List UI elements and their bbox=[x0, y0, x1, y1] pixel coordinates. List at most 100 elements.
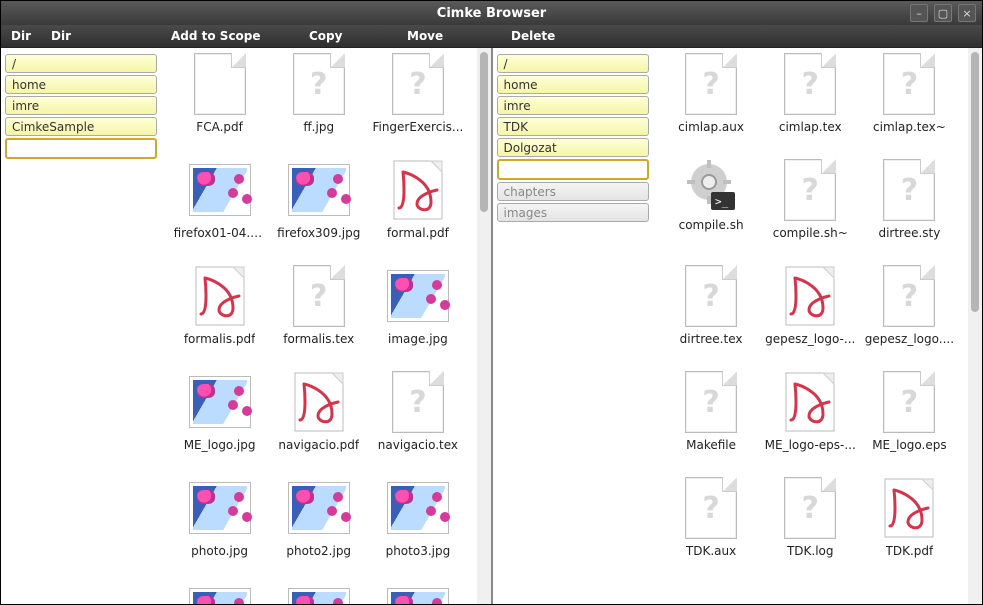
unknown-file-icon: ? bbox=[679, 476, 743, 540]
pdf-icon bbox=[778, 264, 842, 328]
path-segment[interactable]: CimkeSample bbox=[5, 117, 157, 136]
file-item[interactable]: ?compile.sh~ bbox=[762, 158, 859, 240]
window-controls: – ▢ × bbox=[910, 4, 976, 22]
unknown-file-icon: ? bbox=[778, 52, 842, 116]
panes: / home imre CimkeSample FCA.pdf? ff.jpg? Fing… bbox=[1, 48, 982, 604]
minimize-button[interactable]: – bbox=[910, 4, 928, 22]
file-label: ME_logo.jpg bbox=[184, 438, 256, 452]
file-item[interactable]: ?formalis.tex bbox=[270, 264, 367, 346]
file-label: Makefile bbox=[686, 438, 736, 452]
file-label: cimlap.tex~ bbox=[873, 120, 946, 134]
maximize-button[interactable]: ▢ bbox=[934, 4, 952, 22]
toolbar: Dir Dir Add to Scope Copy Move Delete bbox=[1, 25, 982, 48]
right-pane: /homeimreTDKDolgozatchaptersimages ?ciml… bbox=[493, 48, 983, 604]
file-item[interactable]: ?cimlap.aux bbox=[663, 52, 760, 134]
image-thumbnail bbox=[188, 370, 252, 434]
file-item[interactable]: photo2.jpg bbox=[270, 476, 367, 558]
close-button[interactable]: × bbox=[958, 4, 976, 22]
file-item[interactable]: navigacio.pdf bbox=[270, 370, 367, 452]
file-item[interactable]: photo5.jpg bbox=[270, 582, 367, 604]
subdir-item[interactable]: chapters bbox=[497, 182, 649, 201]
add-to-scope-button[interactable]: Add to Scope bbox=[161, 25, 271, 47]
file-label: FingerExercis... bbox=[372, 120, 463, 134]
file-item[interactable]: photo4.jpg bbox=[171, 582, 268, 604]
file-item[interactable]: photo.jpg bbox=[171, 476, 268, 558]
unknown-file-icon: ? bbox=[287, 52, 351, 116]
left-scrollbar[interactable] bbox=[477, 48, 491, 604]
dir-button-1[interactable]: Dir bbox=[1, 25, 41, 47]
path-input[interactable] bbox=[497, 159, 649, 180]
right-scrollbar[interactable] bbox=[968, 48, 982, 604]
file-item[interactable]: photo6.jpg bbox=[369, 582, 466, 604]
left-file-grid[interactable]: FCA.pdf? ff.jpg? FingerExercis... firefox01… bbox=[161, 48, 477, 604]
file-item[interactable]: TDK.pdf bbox=[861, 476, 958, 558]
unknown-file-icon: ? bbox=[778, 476, 842, 540]
unknown-file-icon: ? bbox=[877, 264, 941, 328]
file-label: formal.pdf bbox=[387, 226, 449, 240]
file-label: ff.jpg bbox=[303, 120, 334, 134]
file-label: ME_logo-eps-... bbox=[765, 438, 856, 452]
unknown-file-icon: ? bbox=[877, 370, 941, 434]
file-item[interactable]: firefox01-04.p... bbox=[171, 158, 268, 240]
delete-button[interactable]: Delete bbox=[501, 25, 565, 47]
file-label: dirtree.tex bbox=[680, 332, 743, 346]
subdir-item[interactable]: images bbox=[497, 203, 649, 222]
image-thumbnail bbox=[188, 582, 252, 604]
file-item[interactable]: ?navigacio.tex bbox=[369, 370, 466, 452]
path-input[interactable] bbox=[5, 138, 157, 159]
copy-button[interactable]: Copy bbox=[299, 25, 352, 47]
file-item[interactable]: ?ME_logo.eps bbox=[861, 370, 958, 452]
file-label: navigacio.pdf bbox=[278, 438, 359, 452]
file-item[interactable]: ? Makefile bbox=[663, 370, 760, 452]
file-item[interactable]: FCA.pdf bbox=[171, 52, 268, 134]
file-item[interactable]: image.jpg bbox=[369, 264, 466, 346]
file-item[interactable]: ?gepesz_logo.... bbox=[861, 264, 958, 346]
image-thumbnail bbox=[386, 264, 450, 328]
file-item[interactable]: ? ff.jpg bbox=[270, 52, 367, 134]
file-label: compile.sh~ bbox=[773, 226, 848, 240]
pdf-icon bbox=[188, 264, 252, 328]
file-item[interactable]: photo3.jpg bbox=[369, 476, 466, 558]
file-label: photo2.jpg bbox=[286, 544, 351, 558]
path-segment[interactable]: / bbox=[497, 54, 649, 73]
file-item[interactable]: ?TDK.aux bbox=[663, 476, 760, 558]
path-segment[interactable]: home bbox=[497, 75, 649, 94]
file-item[interactable]: firefox309.jpg bbox=[270, 158, 367, 240]
path-segment[interactable]: TDK bbox=[497, 117, 649, 136]
right-nav: / home imre TDK Dolgozat chapters images bbox=[493, 48, 653, 604]
document-icon bbox=[188, 52, 252, 116]
file-label: gepesz_logo-... bbox=[765, 332, 855, 346]
file-item[interactable]: gepesz_logo-... bbox=[762, 264, 859, 346]
file-item[interactable]: ? dirtree.tex bbox=[663, 264, 760, 346]
path-segment[interactable]: / bbox=[5, 54, 157, 73]
unknown-file-icon: ? bbox=[386, 370, 450, 434]
move-button[interactable]: Move bbox=[397, 25, 453, 47]
pdf-icon bbox=[287, 370, 351, 434]
file-item[interactable]: compile.sh bbox=[663, 158, 760, 240]
file-item[interactable]: ME_logo-eps-... bbox=[762, 370, 859, 452]
right-scroll-thumb[interactable] bbox=[971, 52, 979, 312]
image-thumbnail bbox=[188, 158, 252, 222]
file-item[interactable]: formal.pdf bbox=[369, 158, 466, 240]
file-item[interactable]: ?cimlap.tex~ bbox=[861, 52, 958, 134]
unknown-file-icon: ? bbox=[679, 370, 743, 434]
unknown-file-icon: ? bbox=[679, 264, 743, 328]
image-thumbnail bbox=[386, 476, 450, 540]
file-item[interactable]: ?TDK.log bbox=[762, 476, 859, 558]
path-segment[interactable]: home bbox=[5, 75, 157, 94]
right-file-grid[interactable]: ?cimlap.aux?cimlap.tex?cimlap.tex~compil… bbox=[653, 48, 969, 604]
file-label: dirtree.sty bbox=[878, 226, 940, 240]
file-label: firefox01-04.p... bbox=[174, 226, 266, 240]
left-scroll-thumb[interactable] bbox=[480, 52, 488, 212]
path-segment[interactable]: imre bbox=[5, 96, 157, 115]
file-item[interactable]: formalis.pdf bbox=[171, 264, 268, 346]
dir-button-2[interactable]: Dir bbox=[41, 25, 81, 47]
file-item[interactable]: ?dirtree.sty bbox=[861, 158, 958, 240]
file-item[interactable]: ME_logo.jpg bbox=[171, 370, 268, 452]
file-item[interactable]: ?cimlap.tex bbox=[762, 52, 859, 134]
unknown-file-icon: ? bbox=[386, 52, 450, 116]
path-segment[interactable]: imre bbox=[497, 96, 649, 115]
file-item[interactable]: ? FingerExercis... bbox=[369, 52, 466, 134]
path-segment[interactable]: Dolgozat bbox=[497, 138, 649, 157]
left-pane: / home imre CimkeSample FCA.pdf? ff.jpg? Fing… bbox=[1, 48, 493, 604]
